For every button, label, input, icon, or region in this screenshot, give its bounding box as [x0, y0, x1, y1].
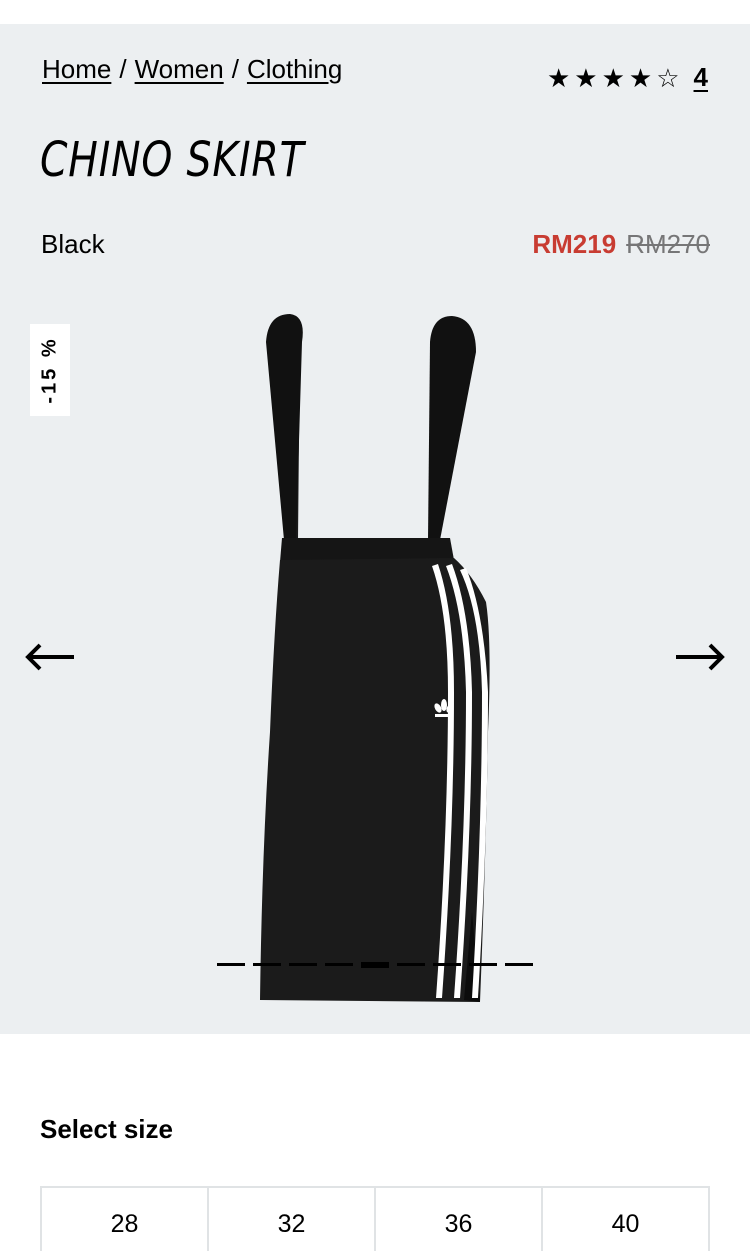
product-color: Black: [41, 229, 105, 259]
size-section: Select size 28 32 36 40: [0, 1034, 750, 1251]
gallery-pagination: [217, 962, 533, 968]
size-option-36[interactable]: 36: [376, 1188, 543, 1251]
gallery-dot[interactable]: [433, 963, 461, 966]
select-size-label: Select size: [40, 1114, 173, 1144]
rating-stars: ★ ★ ★ ★ ☆: [547, 65, 680, 91]
product-image: [260, 314, 490, 1002]
gallery-dot[interactable]: [469, 963, 497, 966]
star-icon: ★: [628, 62, 653, 93]
breadcrumb-clothing-link[interactable]: Clothing: [247, 54, 342, 85]
star-icon: ★: [601, 62, 625, 93]
discount-badge: -15 %: [30, 324, 70, 416]
star-icon: ★: [546, 62, 571, 93]
review-count-link[interactable]: 4: [694, 62, 708, 93]
gallery-dot[interactable]: [397, 963, 425, 966]
arrow-left-icon[interactable]: [24, 642, 76, 672]
brand-logo[interactable]: [325, 0, 425, 4]
gallery-dot[interactable]: [505, 963, 533, 966]
size-option-32[interactable]: 32: [209, 1188, 376, 1251]
breadcrumb-separator: /: [231, 54, 239, 84]
product-rating[interactable]: ★ ★ ★ ★ ☆ 4: [547, 62, 708, 93]
gallery-dot-active[interactable]: [361, 962, 389, 968]
star-half-icon: ☆: [656, 62, 680, 93]
arrow-right-icon[interactable]: [674, 642, 726, 672]
gallery-dot[interactable]: [217, 963, 245, 966]
gallery-dot[interactable]: [325, 963, 353, 966]
top-bar: [0, 0, 750, 24]
sale-price: RM219: [532, 229, 617, 259]
star-icon: ★: [574, 62, 598, 93]
gallery-dot[interactable]: [253, 963, 281, 966]
size-grid: 28 32 36 40: [40, 1186, 710, 1251]
size-option-28[interactable]: 28: [42, 1188, 209, 1251]
breadcrumb: Home / Women / Clothing: [42, 54, 342, 85]
discount-text: -15 %: [38, 336, 61, 404]
product-title: CHINO SKIRT: [40, 132, 305, 188]
breadcrumb-women-link[interactable]: Women: [135, 54, 224, 85]
gallery-dot[interactable]: [289, 963, 317, 966]
size-option-40[interactable]: 40: [543, 1188, 708, 1251]
breadcrumb-separator: /: [119, 54, 127, 84]
original-price: RM270: [626, 229, 710, 259]
product-price: RM219 RM270: [532, 229, 710, 260]
product-header: Home / Women / Clothing ★ ★ ★ ★ ☆ 4 CHIN…: [0, 24, 750, 282]
breadcrumb-home-link[interactable]: Home: [42, 54, 111, 85]
image-gallery: -15 %: [0, 282, 750, 1034]
